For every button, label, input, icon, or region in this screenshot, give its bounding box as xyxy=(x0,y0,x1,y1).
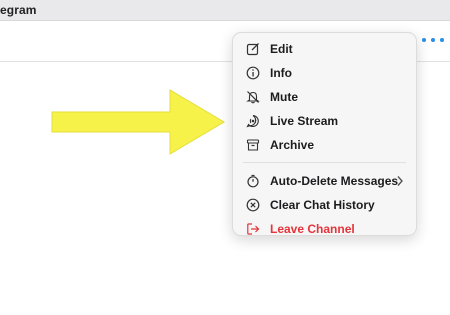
channel-context-menu: Edit Info Mute Live Stream Archive Auto-… xyxy=(232,32,417,236)
menu-item-live-stream[interactable]: Live Stream xyxy=(233,109,416,133)
menu-item-info[interactable]: Info xyxy=(233,61,416,85)
menu-item-edit[interactable]: Edit xyxy=(233,37,416,61)
live-stream-icon xyxy=(246,114,260,128)
clear-circle-x-icon xyxy=(246,198,260,212)
menu-item-label: Info xyxy=(270,66,292,80)
menu-item-clear-history[interactable]: Clear Chat History xyxy=(233,193,416,217)
menu-item-mute[interactable]: Mute xyxy=(233,85,416,109)
menu-item-auto-delete[interactable]: Auto-Delete Messages xyxy=(233,169,416,193)
menu-item-label: Leave Channel xyxy=(270,222,355,236)
chevron-right-icon xyxy=(397,176,403,186)
menu-separator xyxy=(243,162,406,163)
app-title: egram xyxy=(0,3,37,17)
edit-icon xyxy=(246,42,260,56)
info-icon xyxy=(246,66,260,80)
archive-icon xyxy=(246,138,260,152)
menu-item-leave-channel[interactable]: Leave Channel xyxy=(233,217,416,241)
mute-bell-icon xyxy=(246,90,260,104)
menu-item-archive[interactable]: Archive xyxy=(233,133,416,157)
menu-item-label: Edit xyxy=(270,42,293,56)
more-dot-icon xyxy=(431,38,435,42)
menu-item-label: Auto-Delete Messages xyxy=(270,174,399,188)
timer-icon xyxy=(246,174,260,188)
more-dot-icon xyxy=(440,38,444,42)
leave-icon xyxy=(246,222,260,236)
window-titlebar: egram xyxy=(0,0,450,21)
annotation-arrow-icon xyxy=(51,89,225,155)
menu-item-label: Archive xyxy=(270,138,315,152)
menu-item-label: Mute xyxy=(270,90,298,104)
menu-item-label: Live Stream xyxy=(270,114,339,128)
more-dot-icon xyxy=(422,38,426,42)
menu-item-label: Clear Chat History xyxy=(270,198,375,212)
more-options-button[interactable] xyxy=(422,35,444,45)
